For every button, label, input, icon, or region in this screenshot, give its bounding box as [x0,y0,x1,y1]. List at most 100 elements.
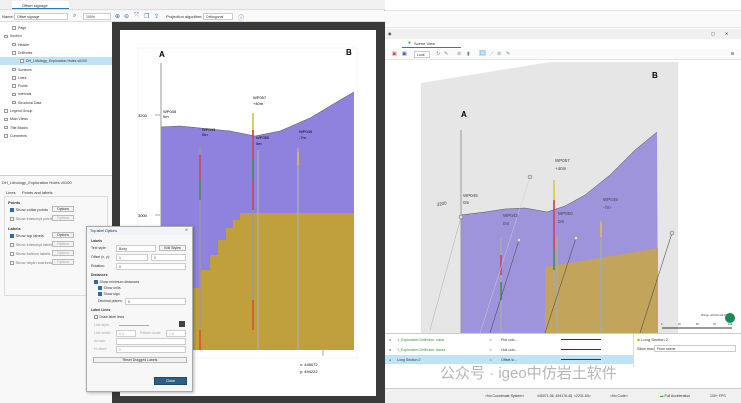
show-sign-checkbox[interactable] [98,292,102,296]
offset-y-input[interactable]: 1 [151,254,186,261]
hole-label: WP049 [299,129,313,134]
scale-tick: 100 [728,323,733,326]
eye-icon[interactable]: ● [389,338,391,342]
show-units-checkbox[interactable] [98,286,102,290]
hole-label: WP057 [253,95,267,100]
text-style-label: Text style: [91,246,107,250]
layer-name: 1_Exploration Drillholes: traces [397,347,446,352]
show-sign-label: Show sign [103,292,120,296]
opacity-slider[interactable] [561,349,602,350]
acceleration-status: Full Acceleration [664,394,691,398]
layer-style[interactable]: Plot colo... [501,338,531,342]
mode-select[interactable]: Look [414,51,430,58]
opacity-slider[interactable] [561,339,602,340]
offset-label: Offset (x, y): [91,255,110,259]
elev-label: 3000 [138,213,148,218]
draw-icon[interactable]: ／ [489,51,494,58]
offset-x-input[interactable]: 1 [116,254,148,261]
draw-lines-checkbox[interactable] [94,315,98,319]
measure-icon[interactable]: ⊘ [497,51,501,57]
slice-mode-select[interactable]: From scene [654,345,736,352]
layer-name: Long Section 2 [397,357,421,362]
layer-style[interactable]: Holl colo... [501,348,531,352]
h-offset-input[interactable]: 0 [116,346,186,353]
remove-icon[interactable]: ✕ [489,338,501,342]
app-icon: ◉ [388,31,392,36]
scene-3d-view[interactable]: A B 3200 WP0450m WP0430m WP057+40m WP050… [385,60,741,333]
watermark: 公众号 · igeo中仿岩土软件 [440,365,617,382]
hole-offset: +40m [253,101,264,106]
show-min-checkbox[interactable] [94,280,98,284]
close-icon[interactable]: ✕ [725,31,728,36]
scene-icon: ● [408,40,412,46]
slice-icon[interactable]: ▮ [467,51,470,57]
scale-tick: 50 [696,323,699,326]
show-min-label: Show minimum distances [99,280,140,284]
labels-heading: Labels [91,239,103,243]
layer-row[interactable]: ● 1_Exploration Drillholes: traces ✕ Holl c… [385,345,633,354]
hole-offset: 0m [163,114,169,119]
section-end-b: B [346,48,352,57]
layer-props-title: Long Section 2 [641,337,668,342]
eye-icon[interactable]: ● [389,348,391,352]
coord-y: y: 494222 [300,369,318,374]
hole-label: WP050 [558,211,573,216]
show-units-label: Show units [103,286,121,290]
pattern-scale-input[interactable]: 1.0 [166,330,186,337]
label-lines-heading: Label Lines [91,308,111,312]
camera-icon[interactable]: ◙ [731,51,734,57]
rotation-input[interactable]: 0 [116,263,186,270]
hole-offset: -7m [299,135,307,140]
top-bar [385,10,741,28]
layer-name: 1_Exploration Drillholes: collar [397,337,445,342]
edit-styles-button[interactable]: Edit Styles [159,245,186,251]
coord-x: x: 445072 [300,362,318,367]
hole-offset: -7m [603,205,611,210]
remove-icon[interactable]: ✕ [489,348,501,352]
close-icon[interactable]: ✕ [185,228,188,232]
rotate-icon[interactable]: ↻ [436,51,440,57]
scene-toolbar: ▣ ▣ Look ↻ ✎ ⊘ ▮ ⬚ ／ ⊘ ✎ ◙ [385,49,741,60]
status-bar: <No Coordinate System> 445071.36, 494176… [385,388,741,403]
line-style-preview[interactable] [119,325,149,326]
arrows-label: Arrows: [94,339,106,343]
top-label-options-dialog: Top label Options ✕ Labels Text style: B… [86,226,193,392]
eye-icon[interactable]: ● [389,358,391,362]
opacity-slider[interactable] [561,359,602,360]
line-width-input[interactable]: 0.3 [116,330,136,337]
hole-offset: 0m [202,132,208,137]
compass-globe-icon [725,313,735,323]
distances-heading: Distances [91,273,108,277]
text-style-select[interactable]: Body [116,245,156,252]
hole-label: WP045 [463,193,478,198]
draw-lines-label: Draw label lines [99,315,125,319]
arrows-select[interactable] [116,338,186,345]
view-icon[interactable]: ▣ [392,51,397,57]
remove-icon[interactable]: ✕ [489,358,501,362]
select-icon[interactable]: ⬚ [479,50,486,56]
section-end-b: B [652,71,658,80]
hole-offset: 0m [463,200,470,205]
rotation-label: Rotation: [91,264,106,268]
section-end-a: A [461,110,467,119]
ruler-icon[interactable]: ✎ [506,51,510,57]
line-color-swatch[interactable] [179,321,185,327]
h-offset-label: H offset: [94,347,107,351]
close-button[interactable]: Close [154,377,187,385]
layer-row[interactable]: ● 1_Exploration Drillholes: collar ✕ Plot c… [385,335,633,344]
hole-label: WP050 [256,135,270,140]
section-end-a: A [159,50,165,59]
hole-label: WP057 [555,158,570,163]
elev-label: 3200 [138,113,148,118]
pen-icon[interactable]: ✎ [444,51,448,57]
restore-icon[interactable]: ▢ [711,31,715,36]
layer-style[interactable]: Offset si... [501,358,531,362]
code-status[interactable]: <No Code> [610,394,628,398]
crs-status[interactable]: <No Coordinate System> [485,394,524,398]
reset-dragged-labels-button[interactable]: Reset Dragged Labels [93,357,187,363]
decimal-input[interactable]: 0 [125,298,186,305]
line-width-label: Line width: [94,331,111,335]
view2-icon[interactable]: ▣ [402,51,407,57]
link-icon[interactable]: ⊘ [457,51,461,57]
hole-offset: 0m [503,221,510,226]
